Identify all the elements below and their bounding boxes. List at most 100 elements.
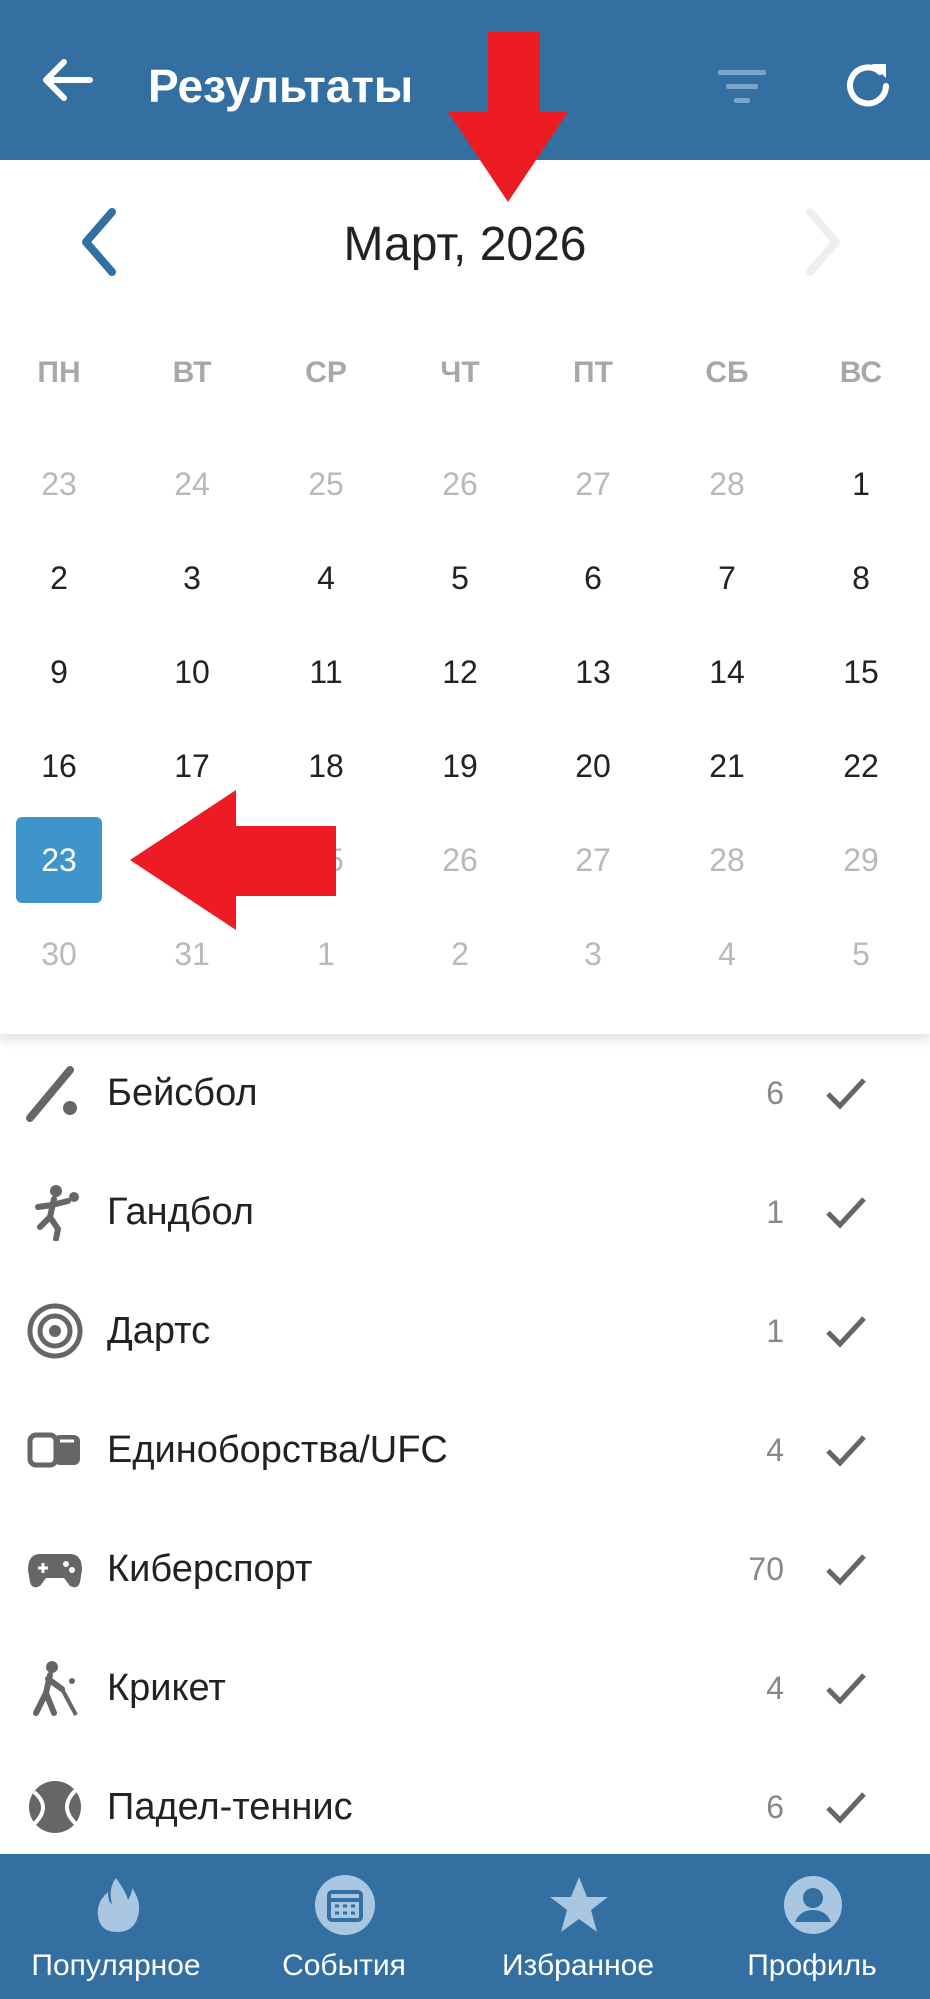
weekday-label: ПН: [37, 356, 81, 389]
sport-name: Киберспорт: [107, 1548, 313, 1590]
calendar-day[interactable]: 22: [818, 723, 904, 809]
check-icon[interactable]: [824, 1066, 868, 1120]
calendar-day[interactable]: 20: [550, 723, 636, 809]
fire-icon: [97, 1878, 140, 1932]
calendar-day[interactable]: 10: [149, 629, 235, 715]
sport-name: Гандбол: [107, 1191, 254, 1233]
sport-row-darts[interactable]: Дартс 1: [0, 1272, 930, 1391]
check-icon[interactable]: [824, 1185, 868, 1239]
calendar-day: 4: [718, 936, 736, 972]
star-icon: [550, 1877, 608, 1932]
calendar-day[interactable]: 2: [16, 535, 102, 621]
refresh-icon[interactable]: [838, 56, 898, 116]
calendar-day[interactable]: 5: [417, 535, 503, 621]
weekday-label: ПТ: [573, 356, 613, 389]
sport-name: Единоборства/UFC: [107, 1429, 448, 1471]
sport-count: 70: [748, 1551, 784, 1587]
sport-list: Бейсбол 6 Гандбол 1 Дартс 1 Единоборства…: [0, 1034, 930, 1854]
gamepad-icon: [28, 1554, 82, 1588]
calendar-day[interactable]: 12: [417, 629, 503, 715]
calendar-day[interactable]: 6: [550, 535, 636, 621]
sport-name: Бейсбол: [107, 1072, 258, 1114]
calendar-day[interactable]: 4: [283, 535, 369, 621]
sport-name: Крикет: [107, 1667, 226, 1709]
nav-label: События: [282, 1949, 406, 1982]
calendar-day[interactable]: 9: [16, 629, 102, 715]
calendar-day: 28: [709, 466, 745, 502]
calendar-day[interactable]: 19: [417, 723, 503, 809]
calendar-day: 3: [584, 936, 602, 972]
weekday-label: СР: [305, 356, 347, 389]
sport-row-cricket[interactable]: Крикет 4: [0, 1629, 930, 1748]
nav-profile[interactable]: Профиль: [696, 1854, 928, 1999]
calendar-day: 27: [575, 842, 611, 878]
handball-icon: [35, 1185, 79, 1241]
check-icon[interactable]: [824, 1542, 868, 1596]
calendar-day: 26: [442, 842, 478, 878]
nav-label: Профиль: [747, 1949, 877, 1982]
bottom-navigation: Популярное События Избранное Профиль: [0, 1854, 930, 1999]
calendar-day: 29: [843, 842, 879, 878]
calendar-day[interactable]: 7: [684, 535, 770, 621]
cricket-icon: [33, 1661, 78, 1716]
nav-popular[interactable]: Популярное: [0, 1854, 232, 1999]
chevron-right-icon[interactable]: [790, 202, 850, 282]
calendar-day-selected[interactable]: 23: [16, 817, 102, 903]
annotation-arrow-down: [448, 32, 568, 202]
sport-row-esports[interactable]: Киберспорт 70: [0, 1510, 930, 1629]
calendar-day[interactable]: 15: [818, 629, 904, 715]
annotation-arrow-left: [130, 790, 336, 930]
calendar-day[interactable]: 3: [149, 535, 235, 621]
tennis-ball-icon: [29, 1781, 81, 1833]
weekday-label: ВТ: [172, 356, 212, 389]
nav-label: Избранное: [501, 1949, 655, 1982]
calendar-day: 26: [442, 466, 478, 502]
calendar-day: 23: [41, 466, 77, 502]
profile-icon: [784, 1876, 842, 1934]
sport-row-baseball[interactable]: Бейсбол 6: [0, 1034, 930, 1153]
calendar-day[interactable]: 16: [16, 723, 102, 809]
sport-count: 6: [766, 1789, 784, 1825]
ufc-gloves-icon: [27, 1432, 80, 1468]
back-arrow-icon[interactable]: [36, 50, 96, 110]
calendar-day: 24: [174, 466, 210, 502]
calendar-day[interactable]: 8: [818, 535, 904, 621]
nav-label: Популярное: [31, 1949, 201, 1982]
calendar-day[interactable]: 13: [550, 629, 636, 715]
page-title: Результаты: [148, 60, 414, 112]
filter-icon[interactable]: [712, 56, 772, 116]
sport-row-ufc[interactable]: Единоборства/UFC 4: [0, 1391, 930, 1510]
sport-count: 1: [766, 1313, 784, 1349]
calendar-day: 5: [852, 936, 870, 972]
sport-name: Падел-теннис: [107, 1786, 353, 1828]
calendar-icon: [315, 1875, 375, 1935]
calendar-day[interactable]: 1: [818, 441, 904, 527]
calendar-day: 28: [709, 842, 745, 878]
nav-events[interactable]: События: [228, 1854, 460, 1999]
baseball-icon: [26, 1066, 77, 1122]
check-icon[interactable]: [824, 1304, 868, 1358]
calendar-day: 2: [451, 936, 469, 972]
weekday-label: ЧТ: [440, 356, 480, 389]
calendar-day[interactable]: 14: [684, 629, 770, 715]
weekday-label: ВС: [839, 356, 883, 389]
calendar-day[interactable]: 11: [283, 629, 369, 715]
weekday-header: ПН ВТ СР ЧТ ПТ СБ ВС: [0, 338, 930, 408]
check-icon[interactable]: [824, 1661, 868, 1715]
nav-favorites[interactable]: Избранное: [462, 1854, 694, 1999]
check-icon[interactable]: [824, 1780, 868, 1834]
sport-row-padel[interactable]: Падел-теннис 6: [0, 1748, 930, 1854]
weekday-label: СБ: [705, 356, 749, 389]
calendar-day: 30: [41, 936, 77, 972]
check-icon[interactable]: [824, 1423, 868, 1477]
calendar-day: 25: [308, 466, 344, 502]
sport-row-handball[interactable]: Гандбол 1: [0, 1153, 930, 1272]
sport-count: 4: [766, 1670, 784, 1706]
calendar-day[interactable]: 21: [684, 723, 770, 809]
sport-name: Дартс: [107, 1310, 211, 1352]
darts-icon: [27, 1303, 83, 1359]
sport-count: 1: [766, 1194, 784, 1230]
sport-count: 4: [766, 1432, 784, 1468]
calendar-day: 27: [575, 466, 611, 502]
sport-count: 6: [766, 1075, 784, 1111]
